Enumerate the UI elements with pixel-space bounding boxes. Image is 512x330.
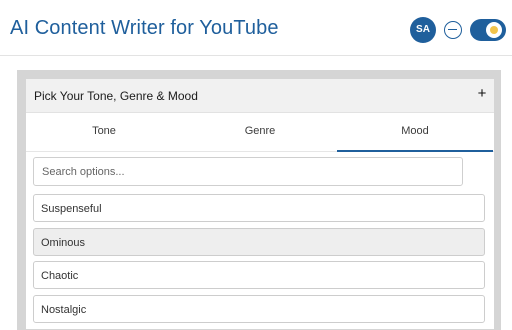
search-input[interactable] bbox=[33, 157, 463, 186]
panel-header[interactable]: Pick Your Tone, Genre & Mood + bbox=[26, 79, 494, 113]
tab-mood[interactable]: Mood bbox=[337, 113, 493, 152]
sun-icon bbox=[486, 22, 502, 38]
theme-toggle[interactable] bbox=[470, 19, 506, 41]
option-item[interactable]: Ominous bbox=[33, 228, 485, 256]
plus-icon[interactable]: + bbox=[475, 86, 489, 101]
minimize-icon[interactable] bbox=[444, 21, 462, 39]
panel-title: Pick Your Tone, Genre & Mood bbox=[34, 89, 198, 103]
option-item[interactable]: Suspenseful bbox=[33, 194, 485, 222]
option-label: Nostalgic bbox=[41, 304, 87, 316]
user-avatar[interactable]: SA bbox=[410, 17, 436, 43]
option-label: Ominous bbox=[41, 237, 86, 249]
tab-bar: Tone Genre Mood bbox=[26, 113, 494, 152]
tone-genre-mood-panel: Pick Your Tone, Genre & Mood + Tone Genr… bbox=[26, 79, 494, 329]
top-bar: AI Content Writer for YouTube SA bbox=[0, 0, 512, 56]
tab-genre[interactable]: Genre bbox=[182, 113, 338, 152]
option-label: Chaotic bbox=[41, 270, 79, 282]
option-item[interactable]: Chaotic bbox=[33, 261, 485, 289]
option-label: Suspenseful bbox=[41, 203, 102, 215]
app-title: AI Content Writer for YouTube bbox=[10, 17, 279, 39]
option-item[interactable]: Nostalgic bbox=[33, 295, 485, 323]
tab-tone[interactable]: Tone bbox=[26, 113, 182, 152]
